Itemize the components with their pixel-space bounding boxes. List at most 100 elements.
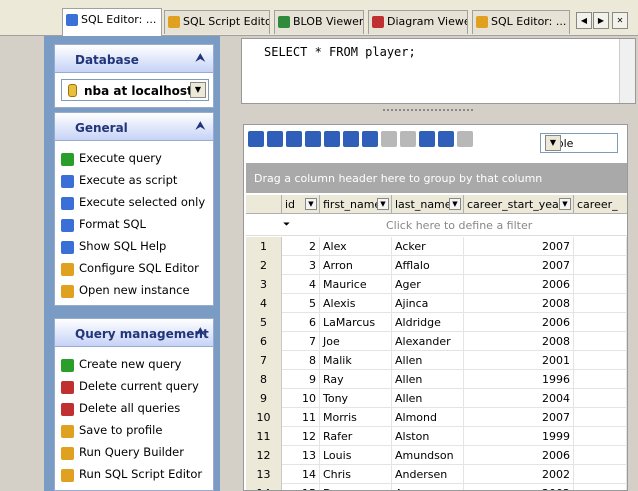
career-start-year-cell[interactable]: 2002 [464, 484, 574, 490]
insert-icon[interactable] [324, 131, 340, 147]
first-name-cell[interactable]: Malik [320, 351, 392, 370]
tab-sql-editor-1[interactable]: SQL Editor: ... [62, 8, 162, 36]
sidebar-item-script-run[interactable]: Execute as script [61, 173, 177, 191]
first-name-cell[interactable]: Alexis [320, 294, 392, 313]
collapse-icon[interactable]: ⮝ [196, 119, 205, 133]
column-header-career_start_year[interactable]: career_start_year ▼ [464, 195, 574, 214]
career-start-year-cell[interactable]: 2002 [464, 465, 574, 484]
career-start-year-cell[interactable]: 1999 [464, 427, 574, 446]
table-row[interactable]: 2 3 Arron Afflalo 2007 [246, 256, 627, 275]
column-filter-dropdown-icon[interactable]: ▼ [559, 198, 571, 210]
group-by-panel[interactable]: Drag a column header here to group by th… [246, 163, 627, 193]
sidebar-item-script-editor[interactable]: Run SQL Script Editor [61, 467, 202, 485]
first-name-cell[interactable]: Alex [320, 237, 392, 256]
first-record-icon[interactable] [248, 131, 264, 147]
career-start-year-cell[interactable]: 1996 [464, 370, 574, 389]
career-end-cell[interactable] [574, 465, 627, 484]
delete-icon[interactable] [343, 131, 359, 147]
prev-page-icon[interactable] [267, 131, 283, 147]
collapse-icon[interactable]: ⮝ [196, 51, 205, 65]
table-row[interactable]: 4 5 Alexis Ajinca 2008 [246, 294, 627, 313]
first-name-cell[interactable]: LaMarcus [320, 313, 392, 332]
id-cell[interactable]: 3 [282, 256, 320, 275]
career-end-cell[interactable] [574, 332, 627, 351]
column-filter-dropdown-icon[interactable]: ▼ [377, 198, 389, 210]
table-row[interactable]: 7 8 Malik Allen 2001 [246, 351, 627, 370]
column-filter-dropdown-icon[interactable]: ▼ [449, 198, 461, 210]
sql-text-editor[interactable]: SELECT * FROM player; [241, 38, 636, 104]
first-name-cell[interactable]: Arron [320, 256, 392, 275]
sidebar-item-configure[interactable]: Configure SQL Editor [61, 261, 199, 279]
id-cell[interactable]: 11 [282, 408, 320, 427]
id-cell[interactable]: 14 [282, 465, 320, 484]
column-header-last_name[interactable]: last_name ▼ [392, 195, 464, 214]
tab-scroll-left-button[interactable]: ◀ [576, 12, 592, 29]
chevron-down-icon[interactable]: ▼ [545, 135, 561, 151]
career-end-cell[interactable] [574, 275, 627, 294]
general-panel-header[interactable]: General ⮝ [55, 113, 213, 141]
collapse-icon[interactable]: ⮝ [196, 325, 205, 339]
first-name-cell[interactable]: Morris [320, 408, 392, 427]
id-cell[interactable]: 12 [282, 427, 320, 446]
career-end-cell[interactable] [574, 237, 627, 256]
table-row[interactable]: 6 7 Joe Alexander 2008 [246, 332, 627, 351]
tab-diagram-viewer[interactable]: Diagram Viewer [368, 10, 468, 34]
query-management-panel-header[interactable]: Query management ⮝ [55, 319, 213, 347]
table-row[interactable]: 8 9 Ray Allen 1996 [246, 370, 627, 389]
sidebar-item-play[interactable]: Execute query [61, 151, 162, 169]
id-cell[interactable]: 4 [282, 275, 320, 294]
id-cell[interactable]: 13 [282, 446, 320, 465]
first-name-cell[interactable]: Rafer [320, 427, 392, 446]
career-end-cell[interactable] [574, 256, 627, 275]
career-start-year-cell[interactable]: 2006 [464, 313, 574, 332]
sidebar-item-save[interactable]: Save to profile [61, 423, 162, 441]
refresh-icon[interactable] [419, 131, 435, 147]
career-end-cell[interactable] [574, 351, 627, 370]
last-name-cell[interactable]: Alston [392, 427, 464, 446]
career-end-cell[interactable] [574, 408, 627, 427]
career-start-year-cell[interactable]: 2007 [464, 237, 574, 256]
table-row[interactable]: 12 13 Louis Amundson 2006 [246, 446, 627, 465]
tab-close-button[interactable]: ✕ [612, 12, 628, 29]
next-record-icon[interactable] [305, 131, 321, 147]
id-cell[interactable]: 5 [282, 294, 320, 313]
last-name-cell[interactable]: A [392, 484, 464, 490]
editor-splitter-handle[interactable] [383, 109, 473, 113]
view-mode-select[interactable]: Table ▼ [540, 133, 618, 153]
last-name-cell[interactable]: Allen [392, 351, 464, 370]
edit-icon[interactable] [362, 131, 378, 147]
career-end-cell[interactable] [574, 294, 627, 313]
last-name-cell[interactable]: Afflalo [392, 256, 464, 275]
career-end-cell[interactable] [574, 446, 627, 465]
first-name-cell[interactable]: Joe [320, 332, 392, 351]
id-cell[interactable]: 10 [282, 389, 320, 408]
column-filter-dropdown-icon[interactable]: ▼ [305, 198, 317, 210]
sidebar-item-create-query[interactable]: Create new query [61, 357, 182, 375]
table-row[interactable]: 13 14 Chris Andersen 2002 [246, 465, 627, 484]
first-name-cell[interactable]: Chris [320, 465, 392, 484]
id-cell[interactable]: 2 [282, 237, 320, 256]
table-row[interactable]: 10 11 Morris Almond 2007 [246, 408, 627, 427]
sidebar-item-query-builder[interactable]: Run Query Builder [61, 445, 184, 463]
last-name-cell[interactable]: Andersen [392, 465, 464, 484]
filter-icon[interactable]: ⏷ [283, 220, 290, 230]
id-cell[interactable]: 8 [282, 351, 320, 370]
column-header-career[interactable]: career_ [574, 195, 627, 214]
last-name-cell[interactable]: Allen [392, 389, 464, 408]
sidebar-item-help[interactable]: Show SQL Help [61, 239, 166, 257]
career-end-cell[interactable] [574, 484, 627, 490]
database-panel-header[interactable]: Database ⮝ [55, 45, 213, 73]
sql-query-text[interactable]: SELECT * FROM player; [264, 45, 416, 59]
sidebar-item-execute-selected[interactable]: Execute selected only [61, 195, 205, 213]
first-name-cell[interactable]: D [320, 484, 392, 490]
career-start-year-cell[interactable]: 2006 [464, 275, 574, 294]
id-cell[interactable]: 6 [282, 313, 320, 332]
career-end-cell[interactable] [574, 427, 627, 446]
sidebar-item-new-instance[interactable]: Open new instance [61, 283, 190, 301]
sidebar-item-format-sql[interactable]: Format SQL [61, 217, 146, 235]
last-name-cell[interactable]: Almond [392, 408, 464, 427]
column-header-id[interactable]: id ▼ [282, 195, 320, 214]
post-icon[interactable] [381, 131, 397, 147]
first-name-cell[interactable]: Louis [320, 446, 392, 465]
career-start-year-cell[interactable]: 2008 [464, 332, 574, 351]
